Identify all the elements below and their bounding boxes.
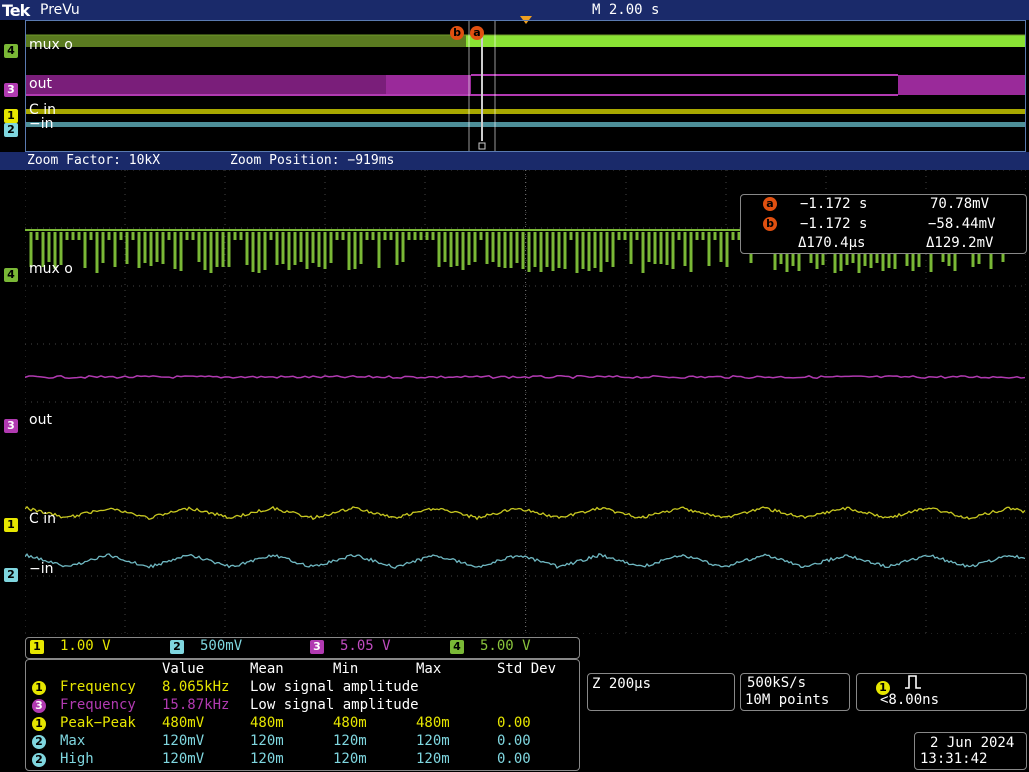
timebase-readout[interactable]: M 2.00 s <box>592 2 659 18</box>
cursor-delta-time: Δ170.4µs <box>798 235 866 251</box>
cursor-a-time: −1.172 s <box>800 196 868 212</box>
acquisition-mode: PreVu <box>40 2 80 18</box>
meas-row-5[interactable]: 2 High 120mV 120m 120m 120m 0.00 <box>32 751 531 767</box>
meas-row-1[interactable]: 1 Frequency 8.065kHz Low signal amplitud… <box>32 679 419 695</box>
sample-rate: 500kS/s <box>747 675 807 691</box>
overview-ch1-trace <box>26 109 1025 114</box>
ch2-scale[interactable]: 2 500mV <box>170 638 242 654</box>
overview-ch3-marker[interactable]: 3 <box>4 78 22 97</box>
meas-header-max: Max <box>416 661 442 677</box>
meas-row-2[interactable]: 3 Frequency 15.87kHz Low signal amplitud… <box>32 697 419 713</box>
cursor-a-badge[interactable]: a <box>470 26 484 40</box>
ch2-label: −in <box>29 561 54 577</box>
trigger-pulse-icon <box>904 674 922 694</box>
overview-ch3-label: out <box>29 76 52 92</box>
ch2-marker[interactable]: 2 <box>4 563 22 582</box>
overview-ch2-marker[interactable]: 2 <box>4 118 22 137</box>
brand-logo: Tek <box>2 1 30 20</box>
overview-ch2-label: −in <box>29 116 54 132</box>
cursor-delta-value: Δ129.2mV <box>926 235 994 251</box>
ch4-scale[interactable]: 4 5.00 V <box>450 638 531 654</box>
ch3-label: out <box>29 412 52 428</box>
overview-ch4-trace-dim <box>26 35 466 47</box>
cursor-b-readout-badge: b <box>763 217 777 231</box>
zoom-position[interactable]: Zoom Position: −919ms <box>230 153 394 168</box>
ch1-waveform <box>25 505 1026 521</box>
overview-ch4-trace <box>466 35 1025 47</box>
meas-header-min: Min <box>333 661 359 677</box>
meas-row-3[interactable]: 1 Peak−Peak 480mV 480m 480m 480m 0.00 <box>32 715 531 731</box>
ch1-label: C in <box>29 511 56 527</box>
ch3-scale[interactable]: 3 5.05 V <box>310 638 391 654</box>
overview-ch4-label: mux o <box>29 37 73 53</box>
time: 13:31:42 <box>920 751 988 767</box>
overview-ch2-trace <box>26 122 1025 127</box>
meas-header-value: Value <box>162 661 205 677</box>
zoom-factor[interactable]: Zoom Factor: 10kX <box>27 153 160 168</box>
ch3-marker[interactable]: 3 <box>4 414 22 433</box>
cursor-b-time: −1.172 s <box>800 216 868 232</box>
meas-header-mean: Mean <box>250 661 284 677</box>
cursor-a-value: 70.78mV <box>930 196 990 212</box>
trigger-value: <8.00ns <box>880 692 940 708</box>
ch3-waveform <box>25 374 1026 380</box>
cursor-b-value: −58.44mV <box>928 216 996 232</box>
overview-waveform-window[interactable] <box>25 20 1026 152</box>
ch1-marker[interactable]: 1 <box>4 513 22 532</box>
meas-row-4[interactable]: 2 Max 120mV 120m 120m 120m 0.00 <box>32 733 531 749</box>
overview-ch4-marker[interactable]: 4 <box>4 39 22 58</box>
date: 2 Jun 2024 <box>930 735 1015 751</box>
ch4-label: mux o <box>29 261 73 277</box>
cursor-a-readout-badge: a <box>763 197 777 211</box>
ch4-marker[interactable]: 4 <box>4 263 22 282</box>
status-bar <box>0 0 1029 20</box>
meas-header-stddev: Std Dev <box>497 661 557 677</box>
ch1-scale[interactable]: 1 1.00 V <box>30 638 111 654</box>
overview-ch3-trace-dim <box>26 75 386 95</box>
overview-traces <box>26 21 1025 151</box>
cursor-b-badge[interactable]: b <box>450 26 464 40</box>
zoom-scale: Z 200µs <box>592 676 652 692</box>
overview-ch1-marker[interactable]: 1 <box>4 104 22 123</box>
record-length: 10M points <box>745 692 830 708</box>
